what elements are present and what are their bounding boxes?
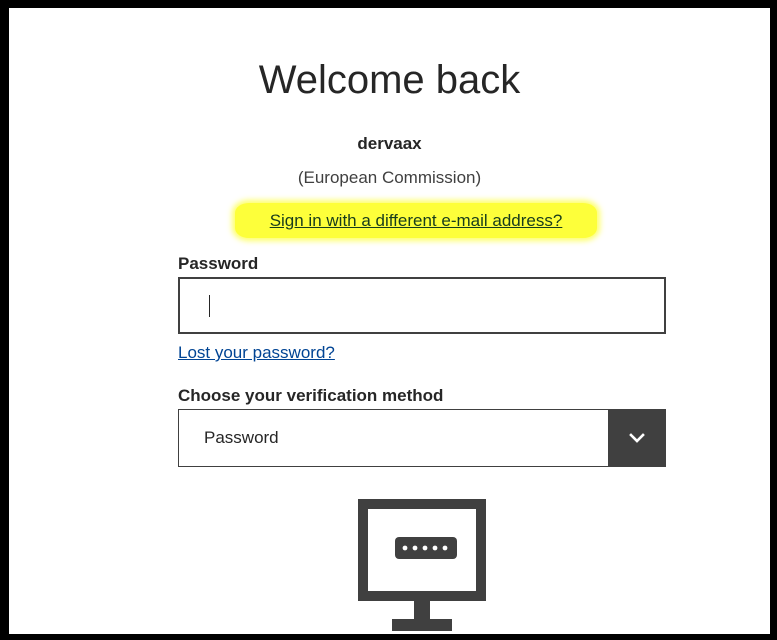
monitor-password-icon [358, 499, 486, 631]
verification-method-label: Choose your verification method [178, 386, 444, 405]
different-email-link[interactable]: Sign in with a different e-mail address? [235, 203, 597, 238]
verification-method-value: Password [204, 428, 279, 447]
password-input[interactable] [178, 277, 666, 334]
organization: (European Commission) [297, 168, 482, 187]
dropdown-button[interactable] [608, 409, 666, 467]
chevron-down-icon [629, 433, 645, 443]
username: dervaax [357, 134, 422, 153]
page-title: Welcome back [258, 58, 521, 102]
lost-password-link[interactable]: Lost your password? [178, 343, 335, 363]
text-cursor [209, 295, 210, 317]
login-frame: Welcome back dervaax (European Commissio… [0, 0, 777, 640]
verification-method-select[interactable]: Password [178, 409, 666, 467]
password-label: Password [178, 254, 259, 273]
